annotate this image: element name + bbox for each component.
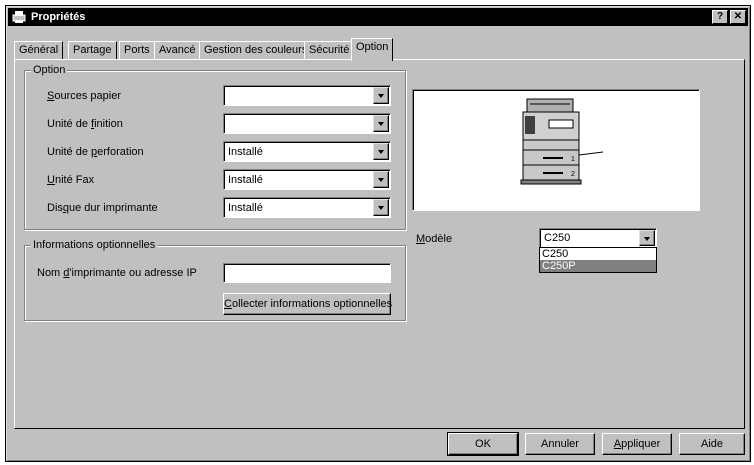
close-title-button[interactable]: ✕: [730, 10, 746, 24]
printer-name-input[interactable]: [223, 263, 391, 283]
model-option-c250[interactable]: C250: [540, 248, 656, 260]
tab-general[interactable]: Général: [14, 41, 64, 60]
option-group: Option Sources papier Unité de finition …: [24, 63, 406, 230]
unite-finition-label: Unité de finition: [47, 118, 123, 130]
tab-option[interactable]: Option: [351, 38, 394, 61]
tray-1-label: 1: [571, 156, 575, 163]
info-group: Informations optionnelles Nom d'impriman…: [24, 238, 406, 321]
sources-papier-select[interactable]: [223, 85, 391, 106]
option-group-title: Option: [31, 63, 68, 77]
window-title: Propriétés: [31, 11, 86, 23]
cancel-button[interactable]: Annuler: [525, 433, 595, 455]
disque-dur-label: Disque dur imprimante: [47, 202, 158, 214]
title-bar: Propriétés ? ✕: [8, 8, 748, 26]
tab-avance[interactable]: Avancé: [154, 41, 201, 60]
sources-papier-label: Sources papier: [47, 90, 121, 102]
printer-icon: [11, 9, 27, 25]
printer-preview: 1 2: [412, 89, 700, 211]
tab-securite[interactable]: Sécurité: [304, 41, 355, 60]
properties-window: Propriétés ? ✕ Général Partage Ports Ava…: [5, 5, 751, 462]
unite-fax-label: Unité Fax: [47, 174, 95, 186]
info-group-title: Informations optionnelles: [31, 238, 158, 252]
tab-gestion-couleurs[interactable]: Gestion des couleurs: [199, 41, 313, 60]
chevron-down-icon[interactable]: [373, 171, 389, 188]
model-label: Modèle: [416, 233, 453, 245]
collect-options-button[interactable]: Collecter informations optionnelles: [223, 293, 392, 315]
unite-perforation-select[interactable]: Installé: [223, 141, 391, 162]
model-option-c250p[interactable]: C250P: [540, 260, 656, 272]
tray-2-label: 2: [571, 171, 575, 178]
chevron-down-icon[interactable]: [373, 115, 389, 132]
disque-dur-select[interactable]: Installé: [223, 197, 391, 218]
ok-button[interactable]: OK: [447, 432, 519, 456]
help-title-button[interactable]: ?: [712, 10, 728, 24]
model-select[interactable]: C250: [539, 228, 657, 248]
unite-fax-select[interactable]: Installé: [223, 169, 391, 190]
tab-ports[interactable]: Ports: [119, 41, 155, 60]
model-dropdown-list: C250 C250P: [539, 247, 657, 273]
apply-button[interactable]: Appliquer: [602, 433, 672, 455]
unite-finition-select[interactable]: [223, 113, 391, 134]
copier-illustration: 1 2: [520, 98, 604, 185]
chevron-down-icon[interactable]: [373, 87, 389, 104]
chevron-down-icon[interactable]: [639, 230, 655, 246]
chevron-down-icon[interactable]: [373, 199, 389, 216]
tab-partage[interactable]: Partage: [68, 41, 117, 60]
unite-perforation-label: Unité de perforation: [47, 146, 144, 158]
printer-name-label: Nom d'imprimante ou adresse IP: [37, 267, 197, 279]
help-button[interactable]: Aide: [679, 433, 745, 455]
chevron-down-icon[interactable]: [373, 143, 389, 160]
